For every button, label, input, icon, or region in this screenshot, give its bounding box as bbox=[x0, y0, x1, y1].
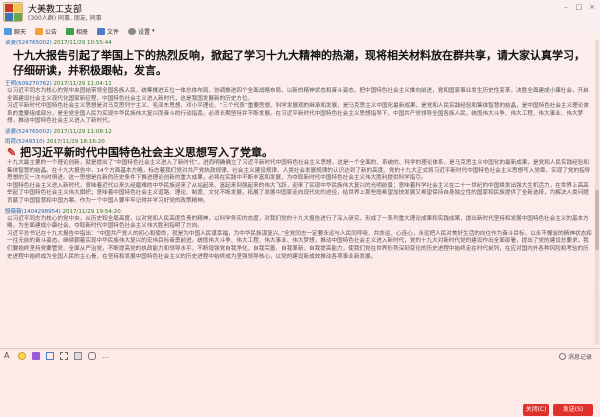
message-time: 2017/11/29 10:55:44 bbox=[53, 40, 112, 46]
message-time: 2017/11/29 19:54:20 bbox=[62, 208, 121, 215]
message-heading: ✎ 把习近平新时代中国特色社会主义思想写入了党章。 bbox=[7, 145, 274, 159]
chat-icon bbox=[4, 27, 12, 35]
emoji-icon[interactable] bbox=[18, 352, 26, 360]
file-icon[interactable] bbox=[74, 352, 82, 360]
maximize-icon[interactable]: □ bbox=[575, 3, 583, 11]
message-text: 习近平总书记在十九大报告中指出：“中国共产党人的初心和使命，就是为中国人民谋幸福… bbox=[7, 230, 592, 260]
message-history-button[interactable]: 消息记录 bbox=[558, 352, 592, 361]
group-toolbar: 聊天 公告 相册 文件 设置 ▾ bbox=[0, 24, 600, 38]
message-time: 2017/11/29 11:04:11 bbox=[53, 81, 112, 87]
close-icon[interactable]: × bbox=[588, 3, 596, 11]
folder-icon bbox=[97, 27, 106, 35]
toolbar-album[interactable]: 相册 bbox=[66, 27, 88, 36]
image-icon[interactable] bbox=[46, 352, 54, 360]
divider bbox=[0, 348, 600, 349]
chat-scrollbar[interactable] bbox=[595, 40, 599, 345]
send-button[interactable]: 发送(S) bbox=[553, 404, 593, 416]
message-text: 十九大报告引起了举国上下的热烈反响，掀起了学习十九大精神的热潮，现将相关材料放在… bbox=[13, 49, 585, 77]
compose-input[interactable] bbox=[0, 362, 600, 402]
album-icon bbox=[66, 27, 75, 35]
message-text: 十九大最主要的一个理论创新，就是提出了“中国特色社会主义进入了新时代”，进而明确… bbox=[7, 159, 591, 182]
sender-name[interactable]: 王明(609270762) bbox=[5, 81, 52, 87]
toolbar-chat[interactable]: 聊天 bbox=[4, 27, 26, 36]
clock-icon bbox=[558, 353, 566, 360]
close-button[interactable]: 关闭(C) bbox=[523, 404, 549, 416]
pin-icon: ✎ bbox=[7, 145, 17, 159]
group-subtitle: (300人群) 同事, 朋友, 同事 bbox=[28, 15, 102, 22]
sender-name[interactable]: 谈婆(524765002) bbox=[5, 40, 52, 46]
message-time: 2017/11/29 18:16:20 bbox=[46, 138, 105, 145]
announce-icon bbox=[35, 27, 44, 35]
title-bar: 大美教工支部 (300人群) 同事, 朋友, 同事 – □ × bbox=[0, 0, 600, 24]
toolbar-settings[interactable]: 设置 ▾ bbox=[128, 27, 155, 36]
sender-name[interactable]: 殷薇薇(1404298954) bbox=[5, 209, 61, 215]
screenshot-icon[interactable] bbox=[60, 352, 68, 360]
message: 王明(609270762) 2017/11/29 11:04:11 以习近平同志… bbox=[5, 81, 594, 126]
settings-icon bbox=[128, 27, 137, 35]
minimize-icon[interactable]: – bbox=[562, 3, 570, 11]
chat-history[interactable]: 谈婆(524765002) 2017/11/29 10:55:44 十九大报告引… bbox=[0, 40, 594, 348]
sender-name[interactable]: 谈婆(524765002) bbox=[5, 129, 52, 135]
message-text: 中国特色社会主义进入新时代，意味着近代以来久经磨难的中华民族迎来了从站起来、富起… bbox=[7, 182, 589, 204]
message-text: 以习近平同志为核心的党中央，从历史和全局高度，以对党和人民高度负责的精神，以科学… bbox=[7, 215, 589, 230]
group-avatar[interactable] bbox=[3, 2, 23, 22]
sender-name[interactable]: 雨荷(5249310) bbox=[5, 139, 45, 145]
toolbar-file[interactable]: 文件 bbox=[97, 27, 119, 36]
chevron-down-icon[interactable]: ▾ bbox=[152, 28, 155, 34]
message: 雨荷(5249310) 2017/11/29 18:16:20 ✎ 把习近平新时… bbox=[5, 139, 594, 206]
font-icon[interactable]: A bbox=[4, 352, 12, 360]
message: 谈婆(524765002) 2017/11/29 11:08:12 bbox=[5, 129, 594, 136]
message: 谈婆(524765002) 2017/11/29 10:55:44 十九大报告引… bbox=[5, 40, 594, 78]
more-icon[interactable]: … bbox=[102, 352, 110, 360]
toolbar-announce[interactable]: 公告 bbox=[35, 27, 57, 36]
message-time: 2017/11/29 11:08:12 bbox=[53, 128, 112, 135]
message-text: 以习近平同志为核心的党中央团结带领全国各族人民，统筹推进五位一体总体布局、协调推… bbox=[7, 88, 589, 102]
window-controls: – □ × bbox=[562, 3, 596, 11]
scroll-thumb[interactable] bbox=[595, 190, 599, 250]
voice-icon[interactable] bbox=[88, 352, 96, 360]
input-toolbar: A … 消息记录 bbox=[0, 350, 600, 362]
magic-icon[interactable] bbox=[32, 352, 40, 360]
message-text: 习近平新时代中国特色社会主义思想是对马克思列宁主义、毛泽东思想、邓小平理论、“三… bbox=[7, 103, 589, 125]
message: 殷薇薇(1404298954) 2017/11/29 19:54:20 以习近平… bbox=[5, 209, 594, 262]
